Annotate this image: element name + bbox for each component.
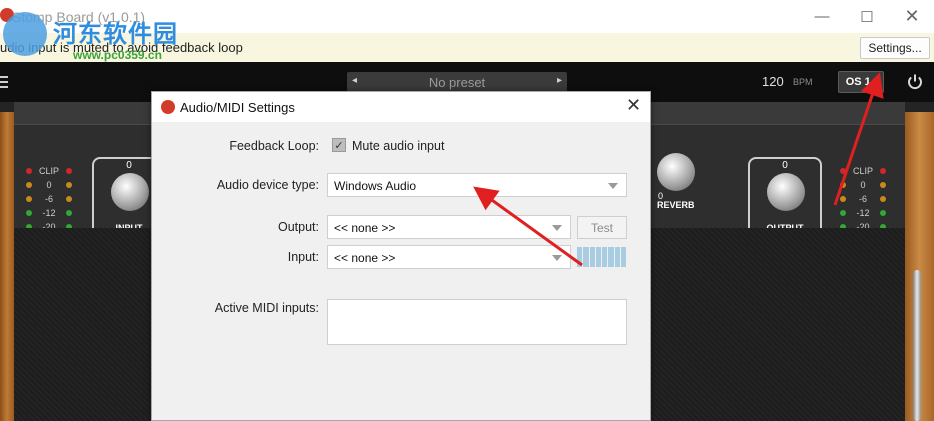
meter-label: -12 [856, 208, 870, 218]
os-button[interactable]: OS 1↑ [838, 71, 884, 93]
reverb-scale-zero: 0 [658, 191, 664, 201]
next-preset-icon[interactable]: ▸ [557, 75, 562, 86]
dialog-title: Audio/MIDI Settings [180, 100, 295, 115]
input-device-value: << none >> [334, 251, 396, 265]
window-title: Stomp Board (v1.0.1) [12, 9, 146, 25]
input-device-select[interactable]: << none >> [327, 245, 571, 269]
chevron-down-icon [552, 255, 562, 261]
led-icon [840, 196, 846, 202]
chevron-down-icon [552, 225, 562, 231]
led-icon [880, 196, 886, 202]
led-icon [26, 196, 32, 202]
input-label: Input: [287, 250, 319, 264]
close-window-button[interactable]: ✕ [890, 0, 934, 33]
meter-label: -12 [42, 208, 56, 218]
midi-inputs-label: Active MIDI inputs: [214, 301, 319, 315]
maximize-button[interactable]: ☐ [845, 0, 889, 33]
output-level-meter: CLIP 0 -6 -12 -20 [836, 164, 896, 234]
midi-inputs-list[interactable] [327, 299, 627, 345]
led-icon [26, 210, 32, 216]
app-icon [161, 100, 175, 114]
reverb-label: REVERB [657, 200, 695, 210]
device-type-label: Audio device type: [216, 178, 319, 192]
device-type-select[interactable]: Windows Audio [327, 173, 627, 197]
led-icon [880, 182, 886, 188]
feedback-loop-label: Feedback Loop: [229, 139, 319, 153]
dialog-title-bar: Audio/MIDI Settings ✕ [152, 92, 650, 122]
dialog-close-icon[interactable]: ✕ [626, 95, 641, 116]
input-knob[interactable] [111, 173, 149, 211]
bpm-value[interactable]: 120 [762, 74, 784, 89]
led-icon [880, 210, 886, 216]
meter-label: CLIP [852, 166, 873, 176]
feedback-notice-bar: udio input is muted to avoid feedback lo… [0, 33, 934, 62]
preset-selector[interactable]: ◂ No preset ▸ [347, 72, 567, 92]
led-icon [26, 182, 32, 188]
led-icon [840, 168, 846, 174]
audio-midi-settings-dialog: Audio/MIDI Settings ✕ Feedback Loop: ✓ M… [151, 91, 651, 421]
led-icon [66, 210, 72, 216]
meter-label: 0 [46, 180, 52, 190]
meter-label: 0 [860, 180, 866, 190]
preset-name: No preset [428, 75, 486, 90]
input-level-indicator [577, 247, 626, 267]
chrome-rail [913, 270, 921, 421]
output-label: Output: [278, 220, 319, 234]
led-icon [66, 168, 72, 174]
minimize-button[interactable]: — [800, 0, 844, 33]
test-button[interactable]: Test [577, 216, 627, 239]
reverb-knob[interactable] [657, 153, 695, 191]
window-title-bar: Stomp Board (v1.0.1) — ☐ ✕ [0, 0, 934, 33]
mute-input-label[interactable]: Mute audio input [352, 139, 444, 153]
settings-button[interactable]: Settings... [860, 37, 930, 59]
led-icon [66, 196, 72, 202]
led-icon [840, 210, 846, 216]
led-icon [66, 182, 72, 188]
power-icon[interactable] [906, 73, 924, 91]
meter-label: -6 [44, 194, 53, 204]
mute-input-checkbox[interactable]: ✓ [332, 138, 346, 152]
wood-side-left [0, 112, 14, 421]
output-device-value: << none >> [334, 221, 396, 235]
device-type-value: Windows Audio [334, 179, 417, 193]
bpm-unit: BPM [793, 77, 813, 87]
chevron-down-icon [608, 183, 618, 189]
menu-icon[interactable] [0, 76, 8, 88]
meter-label: CLIP [38, 166, 59, 176]
input-level-meter: CLIP 0 -6 -12 -20 [22, 164, 82, 234]
led-icon [840, 182, 846, 188]
led-icon [26, 168, 32, 174]
notice-message: udio input is muted to avoid feedback lo… [0, 40, 243, 55]
output-knob[interactable] [767, 173, 805, 211]
meter-label: -6 [858, 194, 867, 204]
output-device-select[interactable]: << none >> [327, 215, 571, 239]
knob-scale-zero: 0 [782, 160, 788, 171]
output-knob-group: 0 OUTPUT [748, 157, 822, 237]
led-icon [880, 168, 886, 174]
